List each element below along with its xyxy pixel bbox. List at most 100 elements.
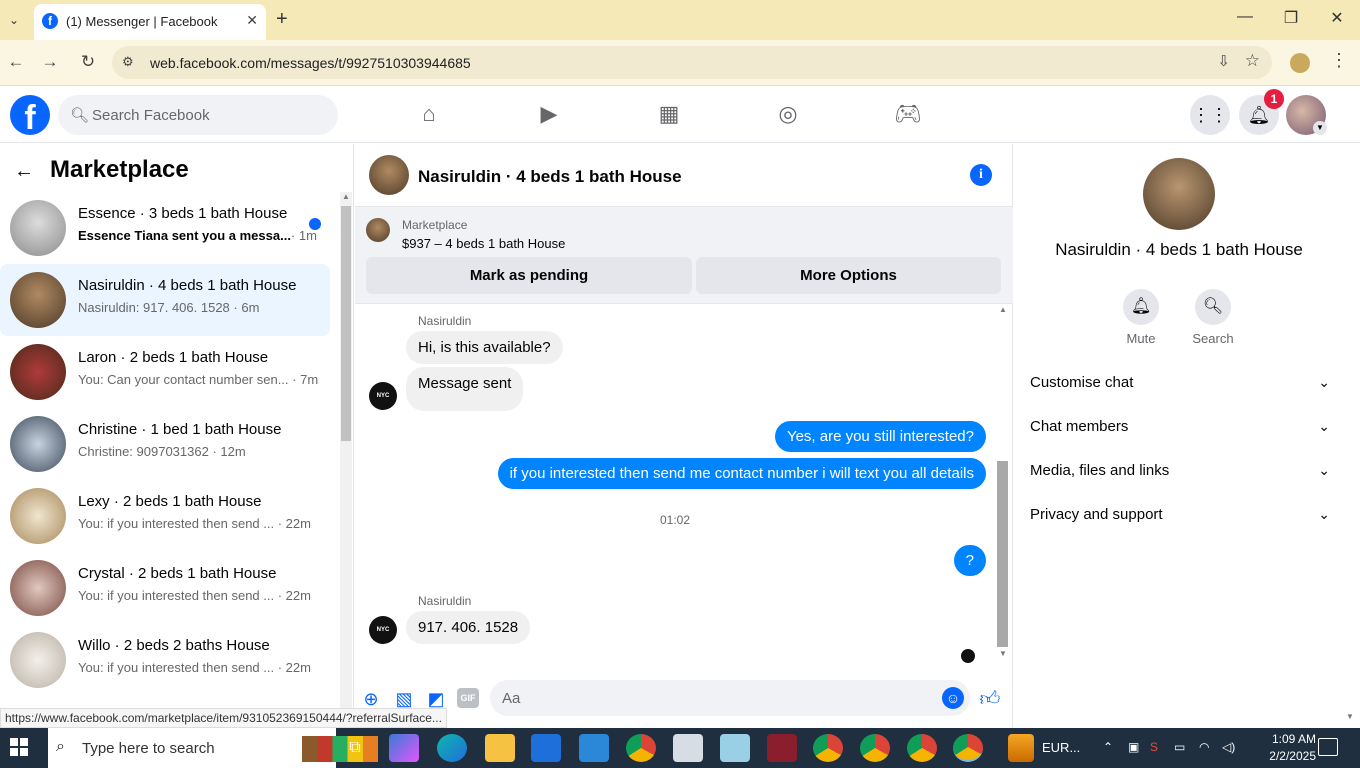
tab-search-icon[interactable]: ⌄	[4, 10, 24, 30]
new-tab-icon[interactable]: +	[276, 8, 288, 31]
thumbs-up-icon[interactable]: 👍︎	[979, 688, 1001, 710]
battery-icon[interactable]: ▭	[1174, 740, 1185, 754]
maximize-icon[interactable]: ❐	[1276, 8, 1306, 28]
browser-tab[interactable]: f (1) Messenger | Facebook ✕	[34, 4, 266, 40]
facebook-search-input[interactable]	[92, 95, 322, 135]
currency-label[interactable]: EUR...	[1042, 740, 1080, 755]
listing-label: Marketplace	[402, 218, 468, 232]
sticker-icon[interactable]: ◩	[425, 688, 447, 710]
conversations-scrollbar[interactable]: ▲	[340, 192, 352, 728]
task-view-icon[interactable]: ⧉	[340, 734, 370, 762]
listing-price[interactable]: $937 – 4 beds 1 bath House	[402, 236, 565, 251]
show-hidden-icons-icon[interactable]: ⌃	[1103, 740, 1113, 754]
minimize-icon[interactable]: —	[1230, 8, 1260, 26]
section-label: Media, files and links	[1030, 462, 1170, 479]
conversation-item[interactable]: Lexy · 2 beds 1 bath House You: if you i…	[0, 480, 330, 552]
chat-title[interactable]: Nasiruldin · 4 beds 1 bath House	[418, 167, 682, 187]
close-tab-icon[interactable]: ✕	[246, 12, 258, 29]
plus-circle-icon[interactable]: ⊕	[360, 688, 382, 710]
emoji-icon[interactable]: ☺	[942, 687, 964, 709]
chat-scrollbar[interactable]: ▲ ▼	[996, 305, 1010, 661]
conversation-snippet: You: if you interested then send ... · 2…	[78, 588, 311, 603]
back-arrow-icon[interactable]: ←	[14, 160, 34, 183]
home-icon[interactable]: ⌂	[414, 101, 444, 129]
conversation-item[interactable]: Essence · 3 beds 1 bath House Essence Ti…	[0, 192, 330, 264]
facebook-search[interactable]: 🔍︎	[58, 95, 338, 135]
scrollbar-thumb[interactable]	[997, 461, 1008, 647]
conversation-item[interactable]: Nasiruldin · 4 beds 1 bath House Nasirul…	[0, 264, 330, 336]
details-avatar[interactable]	[1143, 158, 1215, 230]
more-options-button[interactable]: More Options	[696, 257, 1001, 294]
chat-avatar[interactable]	[369, 155, 409, 195]
info-icon[interactable]: i	[970, 164, 992, 186]
chrome-icon[interactable]	[953, 734, 983, 762]
edge-icon[interactable]	[437, 734, 467, 762]
chat-members-section[interactable]: Chat members ⌄	[1030, 408, 1330, 448]
conversation-item[interactable]: Crystal · 2 beds 1 bath House You: if yo…	[0, 552, 330, 624]
mute-button[interactable]: 🔔︎ Mute	[1111, 289, 1171, 346]
scroll-up-icon[interactable]: ▲	[340, 192, 352, 201]
mail-icon[interactable]	[579, 734, 609, 762]
scroll-up-icon[interactable]: ▲	[996, 305, 1010, 314]
chrome-icon[interactable]	[860, 734, 890, 762]
taskbar-clock[interactable]: 1:09 AM 2/2/2025	[1252, 731, 1316, 765]
marketplace-icon[interactable]: ▦	[654, 101, 684, 129]
site-info-icon[interactable]: ⚙	[122, 54, 134, 70]
menu-grid-icon[interactable]: ⋮⋮	[1190, 95, 1230, 135]
facebook-logo-icon[interactable]: f	[10, 95, 50, 137]
chevron-down-icon: ⌄	[1318, 374, 1330, 390]
sender-avatar[interactable]: NYC	[369, 616, 397, 644]
currency-widget-icon[interactable]	[1008, 734, 1034, 762]
conversation-name: Christine · 1 bed 1 bath House	[78, 421, 282, 438]
browser-menu-icon[interactable]: ⋮	[1330, 50, 1348, 71]
scroll-down-icon[interactable]: ▼	[996, 649, 1010, 658]
app-icon[interactable]	[673, 734, 703, 762]
conversation-item[interactable]: Christine · 1 bed 1 bath House Christine…	[0, 408, 330, 480]
listing-thumbnail	[10, 560, 66, 616]
taskbar-search[interactable]: ⌕ Type here to search	[48, 728, 378, 768]
video-icon[interactable]: ▶	[534, 101, 564, 129]
browser-profile-icon[interactable]	[1290, 53, 1310, 73]
bookmark-star-icon[interactable]: ☆	[1245, 51, 1260, 71]
scroll-down-icon[interactable]: ▼	[1346, 712, 1354, 721]
close-window-icon[interactable]: ✕	[1322, 8, 1352, 28]
app-icon[interactable]	[720, 734, 750, 762]
gaming-icon[interactable]: 🎮︎	[893, 101, 923, 129]
chrome-icon[interactable]	[626, 734, 656, 762]
sender-avatar[interactable]: NYC	[369, 382, 397, 410]
search-in-chat-button[interactable]: 🔍︎ Search	[1183, 289, 1243, 346]
message-input-wrapper[interactable]: ☺	[490, 680, 970, 716]
conversation-item[interactable]: Willo · 2 beds 2 baths House You: if you…	[0, 624, 330, 696]
recorder-icon[interactable]	[767, 734, 797, 762]
notification-center-icon[interactable]	[1318, 738, 1338, 756]
customise-chat-section[interactable]: Customise chat ⌄	[1030, 364, 1330, 404]
photo-icon[interactable]: ▧	[393, 688, 415, 710]
chevron-down-icon[interactable]: ▼	[1313, 121, 1327, 135]
file-explorer-icon[interactable]	[485, 734, 515, 762]
forward-icon[interactable]: →	[38, 52, 62, 72]
listing-thumbnail[interactable]	[366, 218, 390, 242]
mark-as-pending-button[interactable]: Mark as pending	[366, 257, 692, 294]
scrollbar-thumb[interactable]	[341, 206, 351, 441]
store-icon[interactable]	[531, 734, 561, 762]
media-files-links-section[interactable]: Media, files and links ⌄	[1030, 452, 1330, 492]
search-label: Search	[1192, 331, 1234, 346]
wifi-icon[interactable]: ◠	[1199, 740, 1209, 754]
url-field[interactable]: ⚙ web.facebook.com/messages/t/9927510303…	[112, 46, 1272, 79]
groups-icon[interactable]: ◎	[773, 101, 803, 129]
listing-thumbnail	[10, 416, 66, 472]
windows-start-icon[interactable]	[10, 738, 28, 756]
privacy-support-section[interactable]: Privacy and support ⌄	[1030, 496, 1330, 536]
gif-icon[interactable]: GIF	[457, 688, 479, 708]
antivirus-icon[interactable]: S	[1150, 740, 1158, 754]
chrome-icon[interactable]	[813, 734, 843, 762]
message-input[interactable]	[502, 680, 922, 716]
meet-icon[interactable]: ▣	[1128, 740, 1139, 754]
install-app-icon[interactable]: ⇩	[1217, 52, 1230, 70]
chrome-icon[interactable]	[907, 734, 937, 762]
reload-icon[interactable]: ↻	[76, 52, 100, 72]
back-icon[interactable]: ←	[4, 52, 28, 72]
volume-icon[interactable]: ◁)	[1222, 740, 1235, 754]
conversation-item[interactable]: Laron · 2 beds 1 bath House You: Can you…	[0, 336, 330, 408]
copilot-icon[interactable]	[389, 734, 419, 762]
